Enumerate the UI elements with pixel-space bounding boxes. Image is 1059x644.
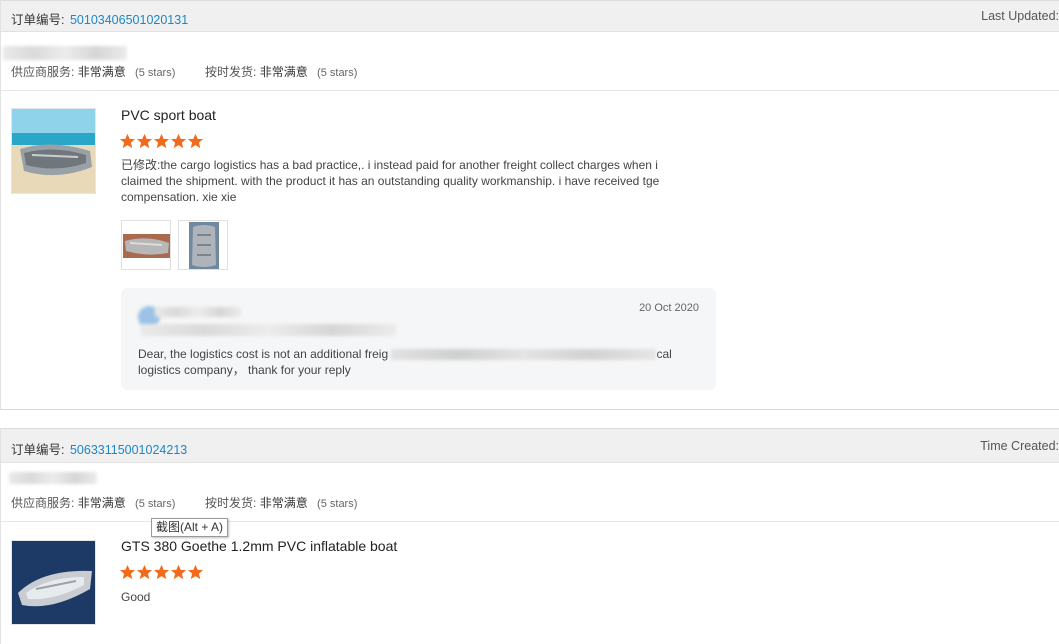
star-icon — [136, 564, 153, 580]
screenshot-tooltip: 截图(Alt + A) — [151, 518, 229, 537]
shipping-value: 非常满意 — [259, 496, 308, 510]
star-icon — [170, 133, 187, 149]
product-title[interactable]: GTS 380 Goethe 1.2mm PVC inflatable boat — [121, 538, 397, 554]
product-thumbnail[interactable] — [11, 108, 96, 194]
reply-text: Dear, the logistics cost is not an addit… — [138, 346, 698, 378]
divider — [1, 90, 1059, 91]
star-rating — [119, 564, 204, 580]
shipping-stars: (5 stars) — [317, 67, 358, 79]
seller-reply: 20 Oct 2020 Dear, the logistics cost is … — [121, 288, 716, 390]
star-icon — [153, 133, 170, 149]
seller-service-value: 非常满意 — [77, 65, 126, 79]
order-card-1: 订单编号: 50103406501020131 Last Updated: 供应… — [0, 0, 1059, 410]
order-number-label: 订单编号: — [11, 13, 65, 27]
review-text: Good — [121, 590, 151, 604]
order-header: 订单编号: 50103406501020131 Last Updated: — [1, 0, 1059, 32]
product-thumbnail[interactable] — [11, 540, 96, 625]
shipping-label: 按时发货: — [205, 496, 257, 510]
star-icon — [119, 133, 136, 149]
order-number-link[interactable]: 50103406501020131 — [70, 13, 188, 27]
seller-service-stars: (5 stars) — [135, 498, 176, 510]
seller-service-label: 供应商服务: — [11, 65, 75, 79]
shipping-value: 非常满意 — [259, 65, 308, 79]
review-text: 已修改:the cargo logistics has a bad practi… — [121, 158, 660, 204]
seller-service-stars: (5 stars) — [135, 67, 176, 79]
star-icon — [153, 564, 170, 580]
reply-date: 20 Oct 2020 — [639, 302, 699, 314]
shipping-stars: (5 stars) — [317, 498, 358, 510]
time-created-label: Time Created: — [980, 439, 1059, 453]
redacted-seller-info — [141, 324, 396, 336]
reply-text-end: cal — [656, 347, 672, 361]
review-photo[interactable] — [121, 220, 171, 270]
last-updated-label: Last Updated: — [981, 9, 1059, 23]
shipping-label: 按时发货: — [205, 65, 257, 79]
review-photo[interactable] — [178, 220, 228, 270]
reply-text-line2: logistics company， thank for your reply — [138, 363, 351, 377]
order-number-link[interactable]: 50633115001024213 — [70, 443, 187, 457]
order-number-label: 订单编号: — [11, 443, 65, 457]
redacted-seller-name — [155, 307, 241, 317]
redacted-reply-text — [391, 349, 657, 361]
star-icon — [187, 133, 204, 149]
star-icon — [136, 133, 153, 149]
seller-service-value: 非常满意 — [77, 496, 126, 510]
redacted-buyer-name — [9, 472, 97, 484]
star-icon — [119, 564, 136, 580]
seller-ratings-row: 供应商服务: 非常满意 (5 stars) 按时发货: 非常满意 (5 star… — [11, 63, 357, 80]
seller-ratings-row: 供应商服务: 非常满意 (5 stars) 按时发货: 非常满意 (5 star… — [11, 494, 357, 511]
product-title[interactable]: PVC sport boat — [121, 107, 216, 123]
seller-service-label: 供应商服务: — [11, 496, 75, 510]
star-icon — [170, 564, 187, 580]
reply-text-start: Dear, the logistics cost is not an addit… — [138, 347, 389, 361]
star-rating — [119, 133, 204, 149]
order-header: 订单编号: 50633115001024213 Time Created: — [1, 428, 1059, 463]
star-icon — [187, 564, 204, 580]
redacted-buyer-name — [3, 46, 127, 60]
